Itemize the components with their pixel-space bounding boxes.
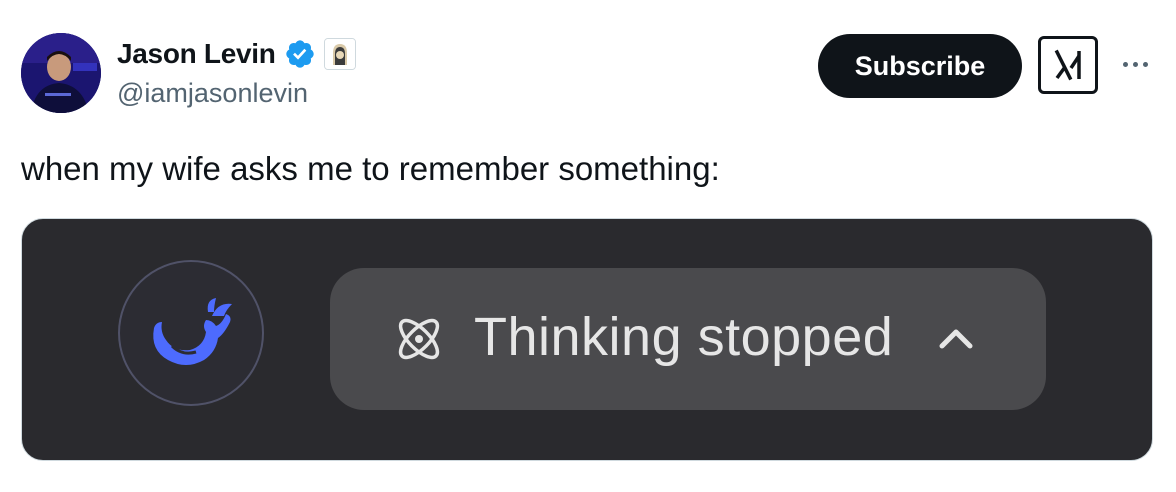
more-icon-dot	[1142, 61, 1148, 67]
thinking-status-pill[interactable]: Thinking stopped	[330, 268, 1046, 410]
tweet-media-image[interactable]: Thinking stopped	[21, 218, 1153, 461]
author-name-row: Jason Levin	[117, 36, 356, 72]
affiliate-badge-icon[interactable]	[323, 38, 356, 70]
avatar[interactable]	[21, 33, 101, 113]
deepseek-logo-circle	[118, 260, 264, 406]
tweet-text: when my wife asks me to remember somethi…	[21, 150, 720, 187]
subscribe-button[interactable]: Subscribe	[818, 34, 1022, 98]
profile-photo-icon	[21, 33, 101, 113]
thinking-status-text: Thinking stopped	[474, 307, 894, 367]
author-handle[interactable]: @iamjasonlevin	[117, 78, 308, 109]
grok-icon	[1054, 49, 1081, 81]
deepseek-whale-icon	[153, 298, 232, 365]
chevron-up-icon[interactable]	[936, 324, 976, 352]
grok-button[interactable]	[1038, 36, 1098, 94]
more-options-button[interactable]	[1118, 52, 1152, 76]
more-icon-dot	[1122, 61, 1128, 67]
verified-badge-icon[interactable]	[284, 38, 316, 70]
atom-icon	[398, 318, 440, 360]
more-icon-dot	[1132, 61, 1138, 67]
author-name[interactable]: Jason Levin	[117, 38, 276, 70]
